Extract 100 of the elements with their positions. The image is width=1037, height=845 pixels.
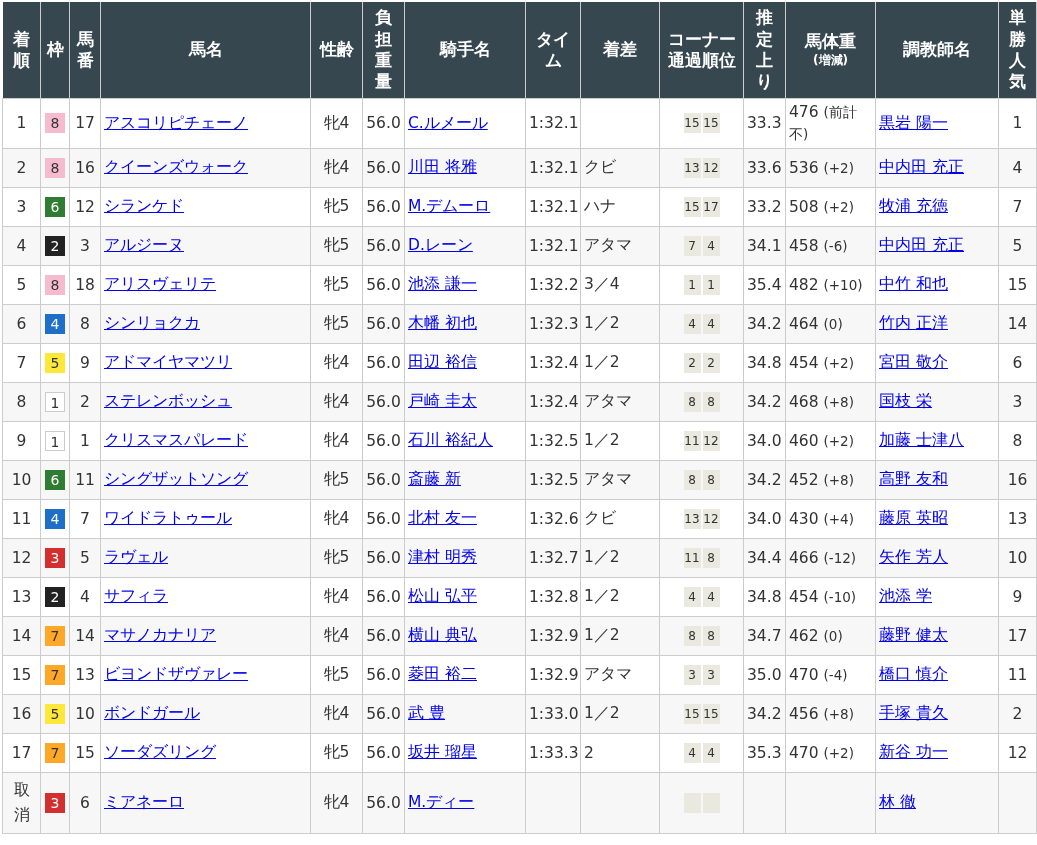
corner-position: 7 [683,235,701,256]
last-3f-cell: 34.2 [743,382,786,422]
sex-age-cell: 牝4 [310,499,363,539]
weight-carried-cell: 56.0 [362,98,405,149]
time-cell: 1:32.5 [525,421,581,461]
last-3f-cell: 34.0 [743,499,786,539]
corner-position: 13 [683,508,701,529]
margin-cell: クビ [580,499,660,539]
column-header: 推定上り [743,2,786,99]
popularity-cell: 15 [998,265,1037,305]
column-header: 馬体重 (増減) [785,2,876,99]
sex-age-cell: 牝4 [310,772,363,834]
finish-position: 12 [11,548,32,567]
trainer-link[interactable]: 林 徹 [879,793,916,812]
weight-carried-cell: 56.0 [362,733,405,773]
popularity-cell: 3 [998,382,1037,422]
time-cell: 1:32.1 [525,226,581,266]
frame-number: 8 [45,113,65,134]
margin-cell: 1／2 [580,421,660,461]
time-cell: 1:32.3 [525,304,581,344]
frame-number: 5 [45,703,65,724]
weight-carried-cell: 56.0 [362,655,405,695]
last-3f-cell: 35.4 [743,265,786,305]
weight-carried-cell: 56.0 [362,616,405,656]
frame-number: 3 [45,547,65,568]
margin-cell: 1／2 [580,304,660,344]
horse-name-link[interactable]: シランケド [104,197,184,216]
body-weight-cell: 464 (0) [785,304,876,344]
margin-cell: アタマ [580,226,660,266]
last-3f-cell: 33.6 [743,148,786,188]
jockey-link[interactable]: 武 豊 [408,704,445,723]
popularity-cell: 4 [998,148,1037,188]
sex-age-cell: 牝4 [310,421,363,461]
popularity-cell: 13 [998,499,1037,539]
corner-position: 4 [702,313,720,334]
corner-position: 15 [683,113,701,134]
last-3f-cell: 35.3 [743,733,786,773]
weight-carried-cell: 56.0 [362,382,405,422]
frame-number: 7 [45,625,65,646]
time-cell: 1:32.1 [525,98,581,149]
sex-age-cell: 牝4 [310,577,363,617]
corner-position: 15 [683,196,701,217]
frame-number: 7 [45,742,65,763]
frame-number: 2 [45,586,65,607]
body-weight-cell: 508 (+2) [785,187,876,227]
sex-age-cell: 牝5 [310,304,363,344]
popularity-cell: 9 [998,577,1037,617]
frame-number: 4 [45,313,65,334]
frame-number: 8 [45,157,65,178]
weight-carried-cell: 56.0 [362,538,405,578]
frame-number: 8 [45,274,65,295]
corner-position: 1 [702,274,720,295]
corner-position: 2 [683,352,701,373]
sex-age-cell: 牝4 [310,382,363,422]
frame-number: 6 [45,469,65,490]
margin-cell: ハナ [580,187,660,227]
last-3f-cell: 34.1 [743,226,786,266]
margin-cell: クビ [580,148,660,188]
body-weight-cell: 468 (+8) [785,382,876,422]
corner-position: 4 [702,586,720,607]
weight-carried-cell: 56.0 [362,421,405,461]
margin-cell: 1／2 [580,343,660,383]
margin-cell: 1／2 [580,577,660,617]
corner-position: 1 [683,274,701,295]
margin-cell: 3／4 [580,265,660,305]
weight-carried-cell: 56.0 [362,772,405,834]
horse-name-link[interactable]: アルジーヌ [104,236,184,255]
sex-age-cell: 牝5 [310,733,363,773]
sex-age-cell: 牝5 [310,187,363,227]
corner-position: 8 [702,625,720,646]
sex-age-cell: 牝5 [310,655,363,695]
time-cell: 1:32.9 [525,655,581,695]
horse-name-link[interactable]: サフィラ [104,587,168,606]
finish-position: 4 [16,236,27,255]
finish-position: 16 [11,704,32,723]
column-header: 枠 [40,2,70,99]
weight-carried-cell: 56.0 [362,304,405,344]
column-header: 調教師名 [875,2,999,99]
sex-age-cell: 牝4 [310,694,363,734]
last-3f-cell: 34.2 [743,460,786,500]
body-weight-cell: 454 (-10) [785,577,876,617]
frame-number: 7 [45,664,65,685]
body-weight-cell: 460 (+2) [785,421,876,461]
sex-age-cell: 牝4 [310,148,363,188]
finish-position: 7 [16,353,27,372]
column-header: 着差 [580,2,660,99]
corner-position: 4 [683,586,701,607]
weight-carried-cell: 56.0 [362,226,405,266]
time-cell: 1:32.1 [525,148,581,188]
jockey-link[interactable]: M.ディー [408,793,475,812]
horse-name-link[interactable]: ミアネーロ [104,793,184,812]
corner-position: 4 [702,742,720,763]
corner-position: 8 [702,547,720,568]
popularity-cell: 12 [998,733,1037,773]
finish-position: 2 [16,158,27,177]
corner-position: 15 [702,113,720,134]
body-weight-cell: 430 (+4) [785,499,876,539]
popularity-cell: 2 [998,694,1037,734]
finish-position: 9 [16,431,27,450]
horse-name-link[interactable]: ラヴェル [104,548,168,567]
